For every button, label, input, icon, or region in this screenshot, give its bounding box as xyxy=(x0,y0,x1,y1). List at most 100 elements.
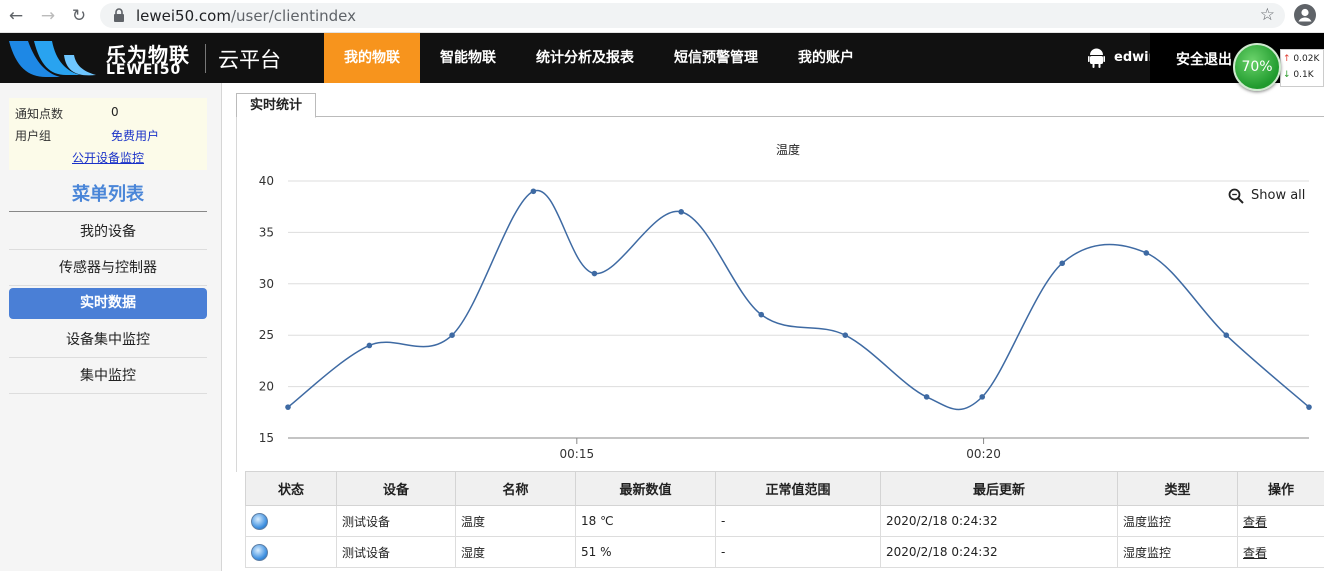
x-tick-label: 00:20 xyxy=(966,447,1001,461)
cell-value: 51 % xyxy=(575,536,716,568)
public-devices-link[interactable]: 公开设备监控 xyxy=(72,149,144,166)
cell-range: - xyxy=(715,536,881,568)
download-arrow-icon: ↓ xyxy=(1283,70,1291,80)
cell-range: - xyxy=(715,505,881,537)
data-point[interactable] xyxy=(923,394,930,400)
network-speed-panel: ↑ 0.02K ↓ 0.1K xyxy=(1280,49,1324,87)
cell-device: 测试设备 xyxy=(336,536,456,568)
data-point[interactable] xyxy=(591,270,598,277)
status-online-icon xyxy=(251,512,268,530)
y-tick-label: 25 xyxy=(259,328,274,342)
data-point[interactable] xyxy=(678,209,685,215)
data-point[interactable] xyxy=(758,311,765,318)
cell-type: 温度监控 xyxy=(1117,505,1238,537)
y-tick-label: 30 xyxy=(259,277,274,291)
col-status: 状态 xyxy=(245,471,337,506)
data-point[interactable] xyxy=(366,342,373,349)
status-online-icon xyxy=(251,543,268,561)
memory-gauge[interactable]: 70% xyxy=(1233,43,1281,91)
table-row: 测试设备 湿度 51 % - 2020/2/18 0:24:32 湿度监控 查看 xyxy=(245,536,1324,568)
tab-bar: 实时统计 xyxy=(236,93,1324,118)
top-navigation: 我的物联 智能物联 统计分析及报表 短信预警管理 我的账户 xyxy=(324,33,874,83)
upload-speed: ↑ 0.02K xyxy=(1283,54,1320,64)
forward-icon[interactable]: → xyxy=(38,6,58,26)
menu-divider xyxy=(9,211,207,212)
bookmark-star-icon[interactable]: ☆ xyxy=(1260,5,1275,25)
y-tick-label: 35 xyxy=(259,225,274,239)
logo-divider xyxy=(205,44,206,73)
nav-item-my-account[interactable]: 我的账户 xyxy=(778,33,874,83)
notify-points-value: 0 xyxy=(111,105,119,119)
col-name: 名称 xyxy=(455,471,576,506)
series-line xyxy=(287,189,1310,411)
data-point[interactable] xyxy=(1223,332,1230,338)
data-point[interactable] xyxy=(1306,404,1312,410)
nav-item-my-iot[interactable]: 我的物联 xyxy=(324,33,420,83)
data-point[interactable] xyxy=(449,332,455,338)
url-text: lewei50.com/user/clientindex xyxy=(136,7,357,25)
cell-updated: 2020/2/18 0:24:32 xyxy=(880,505,1118,537)
cell-updated: 2020/2/18 0:24:32 xyxy=(880,536,1118,568)
site-header: 乐为物联 LEWEI50 云平台 我的物联 智能物联 统计分析及报表 短信预警管… xyxy=(0,33,1324,83)
menu-title: 菜单列表 xyxy=(72,184,144,205)
android-icon[interactable] xyxy=(1088,47,1105,68)
nav-item-smart-iot[interactable]: 智能物联 xyxy=(420,33,516,83)
table-row: 测试设备 温度 18 ℃ - 2020/2/18 0:24:32 温度监控 查看 xyxy=(245,505,1324,537)
cell-name: 温度 xyxy=(455,505,576,537)
col-device: 设备 xyxy=(336,471,456,506)
profile-icon[interactable] xyxy=(1294,4,1316,26)
data-point[interactable] xyxy=(1143,250,1150,256)
sidebar-item-device-monitoring[interactable]: 设备集中监控 xyxy=(9,322,207,358)
nav-item-statistics[interactable]: 统计分析及报表 xyxy=(516,33,654,83)
sidebar-item-my-devices[interactable]: 我的设备 xyxy=(9,214,207,250)
address-bar[interactable]: lewei50.com/user/clientindex ☆ xyxy=(100,3,1285,28)
show-all-label: Show all xyxy=(1251,188,1306,203)
sidebar: 通知点数 0 用户组 免费用户 公开设备监控 菜单列表 我的设备 传感器与控制器… xyxy=(0,83,222,571)
account-info-box: 通知点数 0 用户组 免费用户 公开设备监控 xyxy=(9,98,207,170)
y-tick-label: 15 xyxy=(259,431,274,445)
reload-icon[interactable]: ↻ xyxy=(69,6,89,26)
col-type: 类型 xyxy=(1117,471,1238,506)
user-group-label: 用户组 xyxy=(15,129,52,143)
data-point[interactable] xyxy=(285,404,291,410)
cell-name: 湿度 xyxy=(455,536,576,568)
data-point[interactable] xyxy=(1059,260,1066,267)
back-icon[interactable]: ← xyxy=(6,6,26,26)
zoom-icon xyxy=(1228,188,1244,204)
nav-item-sms-alerts[interactable]: 短信预警管理 xyxy=(654,33,778,83)
col-action: 操作 xyxy=(1237,471,1324,506)
cell-type: 湿度监控 xyxy=(1117,536,1238,568)
data-point[interactable] xyxy=(842,332,849,338)
y-tick-label: 20 xyxy=(259,380,274,394)
site-logo[interactable]: 乐为物联 LEWEI50 云平台 xyxy=(0,33,300,83)
sidebar-menu: 我的设备 传感器与控制器 实时数据 设备集中监控 集中监控 xyxy=(9,214,207,394)
download-speed: ↓ 0.1K xyxy=(1283,70,1314,80)
chart-title: 温度 xyxy=(776,142,800,157)
upload-arrow-icon: ↑ xyxy=(1283,54,1291,64)
cell-value: 18 ℃ xyxy=(575,505,716,537)
logout-label: 安全退出 xyxy=(1176,52,1232,68)
y-tick-label: 40 xyxy=(259,174,274,188)
platform-label: 云平台 xyxy=(218,48,281,72)
view-link[interactable]: 查看 xyxy=(1243,546,1267,560)
sidebar-item-central-monitoring[interactable]: 集中监控 xyxy=(9,358,207,394)
sidebar-item-sensors-controllers[interactable]: 传感器与控制器 xyxy=(9,250,207,286)
data-point[interactable] xyxy=(530,188,537,195)
cell-device: 测试设备 xyxy=(336,505,456,537)
logo-mark-icon xyxy=(9,41,96,77)
user-group-value[interactable]: 免费用户 xyxy=(111,127,159,144)
notify-points-label: 通知点数 xyxy=(15,107,64,121)
tab-realtime-stats[interactable]: 实时统计 xyxy=(236,93,317,118)
table-header-row: 状态 设备 名称 最新数值 正常值范围 最后更新 类型 操作 xyxy=(245,471,1324,506)
lock-icon xyxy=(114,8,124,22)
brand-name-en: LEWEI50 xyxy=(106,62,182,78)
data-point[interactable] xyxy=(979,394,986,400)
sidebar-item-realtime-data[interactable]: 实时数据 xyxy=(9,288,207,319)
col-latest-value: 最新数值 xyxy=(575,471,716,506)
view-link[interactable]: 查看 xyxy=(1243,515,1267,529)
col-last-update: 最后更新 xyxy=(880,471,1118,506)
data-table: 状态 设备 名称 最新数值 正常值范围 最后更新 类型 操作 测试设备 温度 1… xyxy=(245,471,1324,568)
x-tick-label: 00:15 xyxy=(560,447,595,461)
temperature-chart: 温度 15 20 25 30 35 40 00:15 00:20 xyxy=(259,142,1312,461)
browser-toolbar: ← → ↻ lewei50.com/user/clientindex ☆ xyxy=(0,0,1324,33)
